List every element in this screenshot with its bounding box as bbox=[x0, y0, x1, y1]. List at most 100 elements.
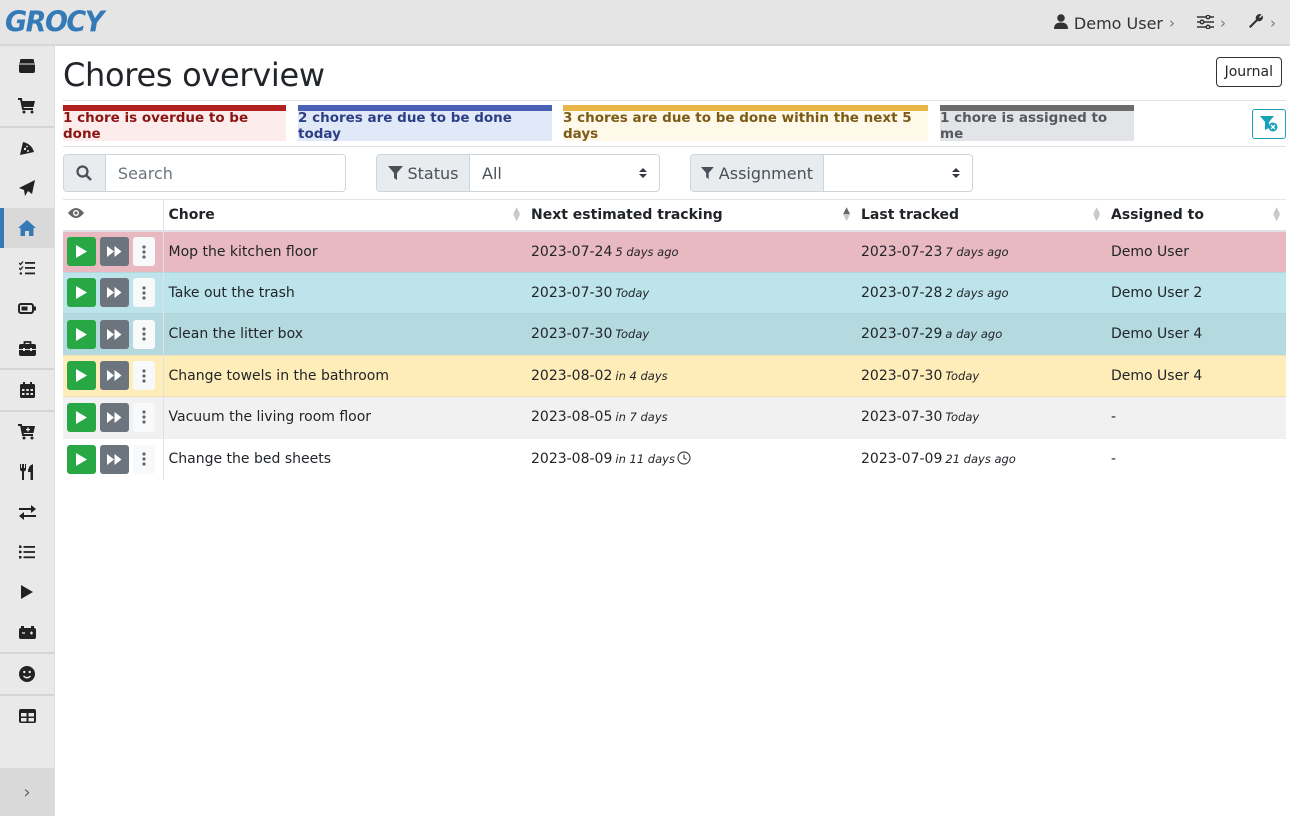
sort-icon: ▲ ▼ bbox=[1093, 206, 1100, 223]
sidebar-item-inventory[interactable] bbox=[0, 532, 54, 572]
column-header-chore[interactable]: Chore ▲ ▼ bbox=[163, 199, 526, 232]
divider bbox=[63, 100, 1286, 101]
sidebar-item-shopping-list[interactable] bbox=[0, 86, 54, 126]
play-icon bbox=[76, 286, 87, 300]
sidebar-item-chore-tracking[interactable] bbox=[0, 572, 54, 612]
more-actions-button[interactable] bbox=[133, 361, 155, 391]
calendar-icon bbox=[19, 382, 35, 398]
play-icon bbox=[76, 369, 87, 383]
chore-name: Vacuum the living room floor bbox=[163, 396, 526, 438]
assigned-to-cell: - bbox=[1106, 437, 1286, 480]
chore-name-text[interactable]: Change the bed sheets bbox=[169, 451, 332, 467]
user-menu[interactable]: Demo User › bbox=[1053, 13, 1175, 33]
clear-filter-button[interactable] bbox=[1252, 109, 1286, 139]
more-actions-button[interactable] bbox=[133, 444, 155, 474]
last-tracked-relative: a day ago bbox=[945, 327, 1003, 342]
due-today-badge[interactable]: 2 chores are due to be done today bbox=[298, 105, 552, 142]
more-actions-button[interactable] bbox=[133, 278, 155, 308]
pizza-icon bbox=[20, 142, 34, 155]
last-tracked-cell: 2023-07-28 2 days ago bbox=[856, 271, 1106, 314]
vertical-ellipsis-icon bbox=[142, 369, 146, 383]
assignment-label-text: Assignment bbox=[718, 163, 813, 183]
sidebar-item-table[interactable] bbox=[0, 696, 54, 736]
tools-menu[interactable]: › bbox=[1248, 13, 1276, 33]
skip-chore-button[interactable] bbox=[100, 444, 129, 474]
sliders-icon bbox=[1197, 13, 1214, 33]
chores-table: Chore ▲ ▼ Next estimated tracking ▲ ▼ Last t… bbox=[63, 199, 1286, 480]
table-icon bbox=[18, 709, 36, 723]
sidebar-item-consume[interactable] bbox=[0, 452, 54, 492]
more-actions-button[interactable] bbox=[133, 237, 155, 266]
more-actions-button[interactable] bbox=[133, 319, 155, 349]
sidebar-item-equipment[interactable] bbox=[0, 328, 54, 368]
sidebar-item-purchase[interactable] bbox=[0, 412, 54, 452]
assigned-to-text: - bbox=[1111, 451, 1117, 467]
track-chore-button[interactable] bbox=[67, 444, 96, 474]
sidebar-item-tasks[interactable] bbox=[0, 248, 54, 288]
column-label: Last tracked bbox=[861, 206, 960, 223]
user-icon bbox=[1053, 13, 1068, 33]
sidebar-item-transfer[interactable] bbox=[0, 492, 54, 532]
sidebar-item-meal-plan[interactable] bbox=[0, 168, 54, 208]
chore-name-text[interactable]: Clean the litter box bbox=[169, 326, 304, 342]
filter-icon bbox=[701, 167, 714, 179]
settings-menu[interactable]: › bbox=[1197, 13, 1226, 33]
chore-name: Take out the trash bbox=[163, 271, 526, 314]
skip-chore-button[interactable] bbox=[100, 402, 129, 432]
cart-icon bbox=[18, 98, 35, 114]
last-tracked-cell: 2023-07-30 Today bbox=[856, 354, 1106, 397]
chore-name-text[interactable]: Take out the trash bbox=[169, 285, 295, 301]
chore-name-text[interactable]: Change towels in the bathroom bbox=[169, 368, 390, 384]
tasks-icon bbox=[19, 261, 35, 275]
skip-chore-button[interactable] bbox=[100, 278, 129, 308]
column-header-next-tracking[interactable]: Next estimated tracking ▲ ▼ bbox=[526, 199, 856, 232]
column-header-last-tracked[interactable]: Last tracked ▲ ▼ bbox=[856, 199, 1106, 232]
status-label-text: Status bbox=[407, 163, 459, 183]
paper-plane-icon bbox=[19, 180, 35, 196]
row-actions bbox=[63, 396, 164, 438]
status-select-value: All bbox=[482, 163, 502, 183]
chore-name-text[interactable]: Mop the kitchen floor bbox=[169, 244, 318, 260]
track-chore-button[interactable] bbox=[67, 278, 96, 308]
row-actions bbox=[63, 354, 164, 397]
chore-name-text[interactable]: Vacuum the living room floor bbox=[169, 409, 372, 425]
track-chore-button[interactable] bbox=[67, 361, 96, 391]
last-tracked-relative: 2 days ago bbox=[945, 285, 1009, 300]
skip-chore-button[interactable] bbox=[100, 319, 129, 349]
column-header-assigned-to[interactable]: Assigned to ▲ ▼ bbox=[1106, 199, 1286, 232]
sidebar-item-recipes[interactable] bbox=[0, 128, 54, 168]
play-icon bbox=[76, 410, 87, 424]
last-tracked-cell: 2023-07-23 7 days ago bbox=[856, 230, 1106, 272]
more-actions-button[interactable] bbox=[133, 402, 155, 432]
sidebar-item-batteries[interactable] bbox=[0, 288, 54, 328]
search-input[interactable] bbox=[105, 155, 345, 191]
page-title: Chores overview bbox=[63, 56, 325, 94]
next-tracking-date: 2023-08-02 bbox=[531, 367, 613, 384]
skip-chore-button[interactable] bbox=[100, 361, 129, 391]
sidebar: › bbox=[0, 46, 55, 816]
last-tracked-relative: 7 days ago bbox=[945, 244, 1009, 259]
user-name: Demo User bbox=[1073, 13, 1163, 33]
sidebar-item-battery-tracking[interactable] bbox=[0, 612, 54, 652]
sidebar-item-stock[interactable] bbox=[0, 46, 54, 86]
assignment-select[interactable] bbox=[824, 155, 972, 191]
next-tracking-date: 2023-08-09 bbox=[531, 451, 613, 467]
sidebar-item-chores[interactable] bbox=[0, 208, 54, 248]
journal-button[interactable]: Journal bbox=[1215, 57, 1282, 87]
status-select[interactable]: All bbox=[470, 155, 659, 191]
skip-chore-button[interactable] bbox=[100, 237, 129, 266]
assigned-to-me-badge[interactable]: 1 chore is assigned to me bbox=[940, 105, 1134, 142]
track-chore-button[interactable] bbox=[67, 402, 96, 432]
sidebar-item-calendar[interactable] bbox=[0, 370, 54, 410]
sidebar-item-userentities[interactable] bbox=[0, 654, 54, 694]
battery-icon bbox=[18, 302, 36, 314]
column-visibility-header[interactable] bbox=[63, 199, 164, 232]
fast-forward-icon bbox=[107, 370, 122, 382]
table-row: Change towels in the bathroom 2023-08-02… bbox=[63, 354, 1286, 397]
track-chore-button[interactable] bbox=[67, 319, 96, 349]
sidebar-expand-button[interactable]: › bbox=[0, 768, 54, 816]
grocy-logo[interactable]: GROCY bbox=[5, 6, 104, 39]
due-soon-badge[interactable]: 3 chores are due to be done within the n… bbox=[563, 105, 928, 142]
overdue-badge[interactable]: 1 chore is overdue to be done bbox=[63, 105, 286, 142]
track-chore-button[interactable] bbox=[67, 237, 96, 266]
